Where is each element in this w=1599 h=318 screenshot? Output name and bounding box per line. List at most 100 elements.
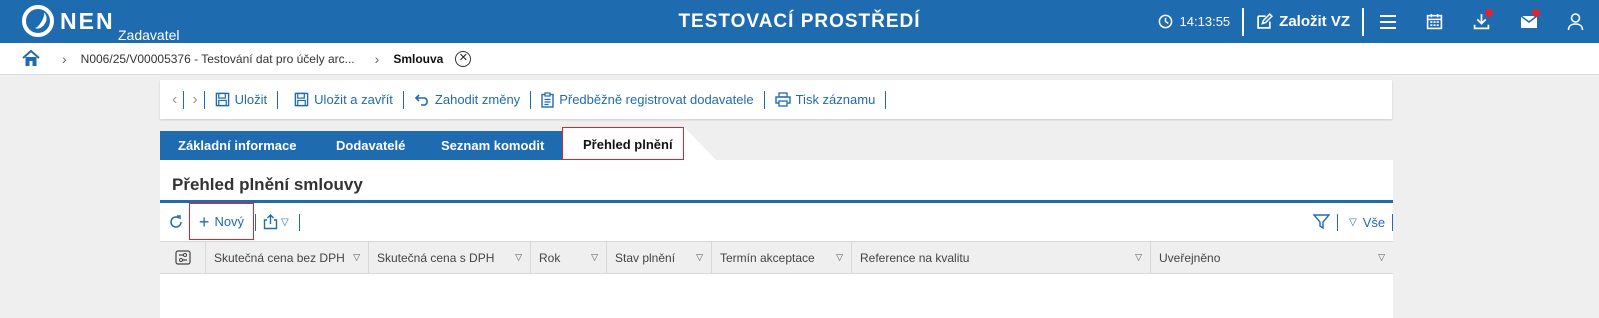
- column-settings-button[interactable]: [160, 242, 206, 273]
- column-header[interactable]: Termín akceptace ▽: [712, 242, 852, 273]
- calendar-icon: [1426, 14, 1443, 30]
- tab-commodities[interactable]: Seznam komodit: [423, 131, 576, 160]
- clock-icon: [1158, 14, 1172, 29]
- hamburger-icon: [1379, 14, 1396, 29]
- printer-icon: [774, 92, 791, 107]
- save-button[interactable]: Uložit: [211, 92, 272, 107]
- top-bar: NEN Zadavatel TESTOVACÍ PROSTŘEDÍ 14:13:…: [0, 0, 1599, 43]
- home-icon[interactable]: [22, 50, 42, 67]
- breadcrumb: › N006/25/V00005376 - Testování dat pro …: [0, 43, 1599, 75]
- notification-dot: [1532, 9, 1540, 17]
- preregister-supplier-button[interactable]: Předběžně registrovat dodavatele: [537, 91, 757, 108]
- chevron-right-icon: ›: [62, 50, 67, 67]
- sliders-icon: [174, 250, 191, 265]
- sort-caret-icon[interactable]: ▽: [1378, 252, 1385, 263]
- divider: [255, 214, 256, 231]
- divider: [299, 214, 300, 231]
- column-label: Stav plnění: [615, 250, 676, 265]
- sort-caret-icon[interactable]: ▽: [696, 252, 703, 263]
- discard-changes-button[interactable]: Zahodit změny: [410, 92, 524, 107]
- title-underline: [160, 200, 1393, 203]
- print-record-button[interactable]: Tisk záznamu: [771, 92, 880, 107]
- close-circle-icon[interactable]: ✕: [455, 50, 472, 67]
- print-record-label: Tisk záznamu: [795, 92, 876, 107]
- create-tender-button[interactable]: Založit VZ: [1244, 13, 1362, 30]
- divider: [885, 90, 887, 109]
- caret-down-icon: ▽: [1349, 217, 1357, 228]
- tab-performance-overview[interactable]: Přehled plnění: [562, 127, 684, 160]
- share-icon: [263, 214, 278, 230]
- create-tender-label: Založit VZ: [1279, 13, 1350, 30]
- column-label: Rok: [539, 250, 561, 265]
- notification-dot: [1485, 9, 1493, 17]
- tab-suppliers[interactable]: Dodavatelé: [318, 131, 437, 160]
- column-label: Termín akceptace: [720, 250, 815, 265]
- column-header[interactable]: Uveřejněno ▽: [1151, 242, 1393, 273]
- save-close-label: Uložit a zavřít: [314, 92, 393, 107]
- sort-caret-icon[interactable]: ▽: [591, 252, 598, 263]
- menu-button[interactable]: [1364, 0, 1411, 43]
- column-label: Skutečná cena s DPH: [377, 250, 495, 265]
- column-header[interactable]: Skutečná cena s DPH ▽: [369, 242, 531, 273]
- caret-down-icon: ▽: [281, 216, 289, 228]
- divider: [1392, 214, 1393, 231]
- sort-caret-icon[interactable]: ▽: [353, 252, 360, 263]
- performance-panel: Přehled plnění smlouvy + Nový ▽ ▽ Vše Sk…: [160, 160, 1393, 318]
- nen-logo[interactable]: NEN Zadavatel: [22, 5, 179, 43]
- breadcrumb-item-tender[interactable]: N006/25/V00005376 - Testování dat pro úč…: [81, 52, 355, 66]
- chevron-right-icon: ›: [374, 50, 380, 67]
- calendar-button[interactable]: [1411, 0, 1458, 43]
- tab-bar: Základní informace Dodavatelé Seznam kom…: [160, 127, 760, 160]
- sort-caret-icon[interactable]: ▽: [515, 252, 522, 263]
- column-header[interactable]: Stav plnění ▽: [607, 242, 712, 273]
- divider: [1337, 214, 1338, 231]
- messages-button[interactable]: [1505, 0, 1552, 43]
- export-button[interactable]: ▽: [263, 214, 289, 230]
- floppy-icon: [215, 92, 229, 107]
- user-icon: [1567, 12, 1584, 30]
- column-label: Skutečná cena bez DPH: [214, 250, 345, 265]
- clipboard-icon: [541, 91, 554, 108]
- save-close-button[interactable]: Uložit a zavřít: [290, 92, 397, 107]
- view-filter-value: Vše: [1362, 215, 1386, 230]
- floppy-icon: [294, 92, 309, 107]
- column-label: Reference na kvalitu: [860, 250, 970, 265]
- preregister-supplier-label: Předběžně registrovat dodavatele: [559, 92, 754, 107]
- clock-time: 14:13:55: [1179, 14, 1231, 29]
- next-record-button[interactable]: ›: [192, 91, 197, 109]
- sort-caret-icon[interactable]: ▽: [1135, 252, 1142, 263]
- user-button[interactable]: [1552, 0, 1599, 43]
- record-toolbar: ‹ › Uložit Uložit a zavřít Zahodit změny…: [160, 80, 1392, 119]
- breadcrumb-item-current: Smlouva: [393, 51, 444, 66]
- previous-record-button[interactable]: ‹: [172, 91, 177, 109]
- view-filter-select[interactable]: ▽ Vše: [1349, 215, 1385, 230]
- new-record-label: Nový: [214, 214, 245, 229]
- sort-caret-icon[interactable]: ▽: [836, 252, 843, 263]
- edit-icon: [1257, 13, 1274, 29]
- discard-changes-label: Zahodit změny: [434, 92, 521, 107]
- divider: [402, 90, 404, 109]
- column-label: Uveřejněno: [1159, 250, 1221, 265]
- plus-icon: +: [198, 211, 210, 232]
- logo-text: NEN: [60, 8, 115, 34]
- divider: [183, 90, 185, 109]
- logo-mark-icon: [22, 5, 54, 37]
- divider: [277, 90, 279, 109]
- logo-subtitle: Zadavatel: [118, 27, 180, 43]
- panel-title: Přehled plnění smlouvy: [172, 175, 363, 194]
- filter-icon[interactable]: [1312, 214, 1331, 235]
- new-record-button[interactable]: + Nový: [189, 203, 254, 240]
- tab-basic-info[interactable]: Základní informace: [160, 131, 332, 160]
- divider: [530, 90, 532, 109]
- divider: [203, 90, 205, 109]
- refresh-icon[interactable]: [168, 214, 184, 235]
- save-label: Uložit: [234, 92, 268, 107]
- session-clock: 14:13:55: [1158, 14, 1243, 29]
- undo-icon: [414, 94, 428, 106]
- downloads-button[interactable]: [1458, 0, 1505, 43]
- column-header[interactable]: Skutečná cena bez DPH ▽: [206, 242, 369, 273]
- column-header[interactable]: Rok ▽: [531, 242, 607, 273]
- divider: [763, 90, 765, 109]
- column-header[interactable]: Reference na kvalitu ▽: [852, 242, 1151, 273]
- table-header: Skutečná cena bez DPH ▽ Skutečná cena s D…: [160, 241, 1393, 274]
